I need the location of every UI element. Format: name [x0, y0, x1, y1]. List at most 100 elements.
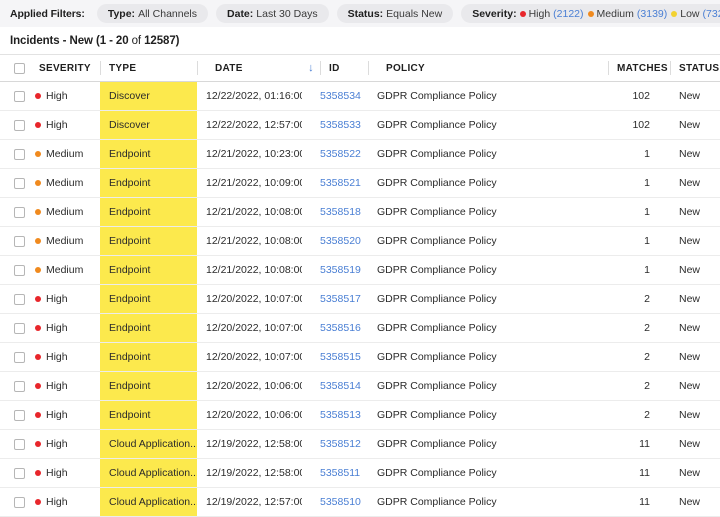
row-select-checkbox[interactable] [14, 178, 25, 189]
incident-id-link[interactable]: 5358520 [320, 235, 361, 247]
row-select-checkbox[interactable] [14, 468, 25, 479]
cell-type: Endpoint [100, 343, 197, 372]
column-header-type[interactable]: TYPE [100, 55, 197, 82]
table-row[interactable]: HighEndpoint12/20/2022, 10:07:00 PM53585… [0, 285, 720, 314]
table-row[interactable]: HighCloud Application...12/19/2022, 12:5… [0, 430, 720, 459]
table-row[interactable]: HighEndpoint12/20/2022, 10:06:00 PM53585… [0, 372, 720, 401]
row-select-cell [0, 198, 30, 227]
matches-value: 1 [608, 148, 670, 160]
table-row[interactable]: MediumEndpoint12/21/2022, 10:08:00 AM535… [0, 227, 720, 256]
row-select-checkbox[interactable] [14, 265, 25, 276]
row-select-checkbox[interactable] [14, 236, 25, 247]
row-select-checkbox[interactable] [14, 294, 25, 305]
filter-pill-status[interactable]: Status: Equals New [337, 4, 454, 23]
incident-id-link[interactable]: 5358534 [320, 90, 361, 102]
table-row[interactable]: HighEndpoint12/20/2022, 10:06:00 PM53585… [0, 401, 720, 430]
row-select-checkbox[interactable] [14, 352, 25, 363]
severity-dot-icon [35, 325, 41, 331]
row-select-cell [0, 227, 30, 256]
row-select-checkbox[interactable] [14, 120, 25, 131]
severity-legend-medium[interactable]: Medium (3139) [588, 8, 668, 20]
matches-value: 11 [608, 467, 670, 479]
severity-legend-high[interactable]: High (2122) [520, 8, 584, 20]
table-row[interactable]: HighCloud Application...12/19/2022, 12:5… [0, 488, 720, 517]
incident-id-link[interactable]: 5358516 [320, 322, 361, 334]
column-header-status[interactable]: STATUS [670, 55, 720, 82]
incident-id-link[interactable]: 5358519 [320, 264, 361, 276]
cell-severity: High [30, 111, 100, 140]
cell-policy: GDPR Compliance Policy [368, 227, 608, 256]
cell-policy: GDPR Compliance Policy [368, 256, 608, 285]
incident-id-link[interactable]: 5358521 [320, 177, 361, 189]
status-label: New [679, 467, 700, 479]
row-select-cell [0, 430, 30, 459]
incident-id-link[interactable]: 5358511 [320, 467, 360, 479]
table-row[interactable]: MediumEndpoint12/21/2022, 10:08:00 AM535… [0, 198, 720, 227]
cell-type: Endpoint [100, 198, 197, 227]
table-row[interactable]: HighDiscover12/22/2022, 12:57:00 PM53585… [0, 111, 720, 140]
row-select-checkbox[interactable] [14, 410, 25, 421]
incident-id-link[interactable]: 5358515 [320, 351, 361, 363]
cell-spacer [302, 169, 320, 198]
column-header-id[interactable]: ID [320, 55, 368, 82]
severity-dot-icon [35, 296, 41, 302]
column-header-date[interactable]: DATE [197, 55, 302, 82]
table-row[interactable]: HighEndpoint12/20/2022, 10:07:00 PM53585… [0, 314, 720, 343]
incident-id-link[interactable]: 5358514 [320, 380, 361, 392]
incident-id-link[interactable]: 5358518 [320, 206, 361, 218]
table-row[interactable]: MediumEndpoint12/21/2022, 10:23:00 AM535… [0, 140, 720, 169]
cell-type: Discover [100, 82, 197, 111]
incident-id-link[interactable]: 5358513 [320, 409, 361, 421]
incident-id-link[interactable]: 5358533 [320, 119, 361, 131]
table-row[interactable]: HighEndpoint12/20/2022, 10:07:00 PM53585… [0, 343, 720, 372]
column-header-type-label: TYPE [100, 63, 197, 74]
filter-pill-type[interactable]: Type: All Channels [97, 4, 208, 23]
row-select-checkbox[interactable] [14, 207, 25, 218]
cell-matches: 2 [608, 372, 670, 401]
select-all-checkbox[interactable] [14, 63, 25, 74]
cell-status: New [670, 111, 720, 140]
severity-legend-medium-count: (3139) [637, 8, 667, 20]
column-header-matches[interactable]: MATCHES [608, 55, 670, 82]
cell-type: Cloud Application... [100, 459, 197, 488]
severity-legend-low[interactable]: Low (7326) [671, 8, 720, 20]
filter-pill-date[interactable]: Date: Last 30 Days [216, 4, 329, 23]
cell-spacer [302, 285, 320, 314]
incidents-table-wrap: SEVERITY TYPE DATE ↓ ID POLICY M [0, 54, 720, 517]
cell-date: 12/20/2022, 10:06:00 PM [197, 372, 302, 401]
row-select-checkbox[interactable] [14, 381, 25, 392]
column-header-severity[interactable]: SEVERITY [30, 55, 100, 82]
row-select-checkbox[interactable] [14, 323, 25, 334]
cell-date: 12/21/2022, 10:08:00 AM [197, 256, 302, 285]
sort-descending-icon[interactable]: ↓ [302, 55, 320, 82]
incident-id-link[interactable]: 5358522 [320, 148, 361, 160]
matches-value: 102 [608, 119, 670, 131]
cell-id: 5358512 [320, 430, 368, 459]
table-row[interactable]: MediumEndpoint12/21/2022, 10:09:00 AM535… [0, 169, 720, 198]
row-select-checkbox[interactable] [14, 439, 25, 450]
cell-policy: GDPR Compliance Policy [368, 198, 608, 227]
cell-status: New [670, 343, 720, 372]
row-select-checkbox[interactable] [14, 497, 25, 508]
incident-id-link[interactable]: 5358512 [320, 438, 361, 450]
filter-pill-severity[interactable]: Severity: High (2122) Medium (3139) Low … [461, 4, 720, 23]
incident-id-link[interactable]: 5358510 [320, 496, 361, 508]
incidents-table-body: HighDiscover12/22/2022, 01:16:00 PM53585… [0, 82, 720, 517]
table-row[interactable]: MediumEndpoint12/21/2022, 10:08:00 AM535… [0, 256, 720, 285]
matches-value: 102 [608, 90, 670, 102]
filter-pill-status-key: Status: [348, 8, 384, 20]
cell-type: Discover [100, 111, 197, 140]
column-header-policy-label: POLICY [377, 63, 608, 74]
cell-severity: High [30, 488, 100, 517]
filter-pill-date-key: Date: [227, 8, 253, 20]
table-row[interactable]: HighCloud Application...12/19/2022, 12:5… [0, 459, 720, 488]
matches-value: 1 [608, 235, 670, 247]
row-select-cell [0, 285, 30, 314]
table-row[interactable]: HighDiscover12/22/2022, 01:16:00 PM53585… [0, 82, 720, 111]
row-select-checkbox[interactable] [14, 149, 25, 160]
column-header-policy[interactable]: POLICY [368, 55, 608, 82]
severity-dot-icon [35, 267, 41, 273]
severity-legend-medium-label: Medium [597, 8, 634, 20]
incident-id-link[interactable]: 5358517 [320, 293, 361, 305]
row-select-checkbox[interactable] [14, 91, 25, 102]
